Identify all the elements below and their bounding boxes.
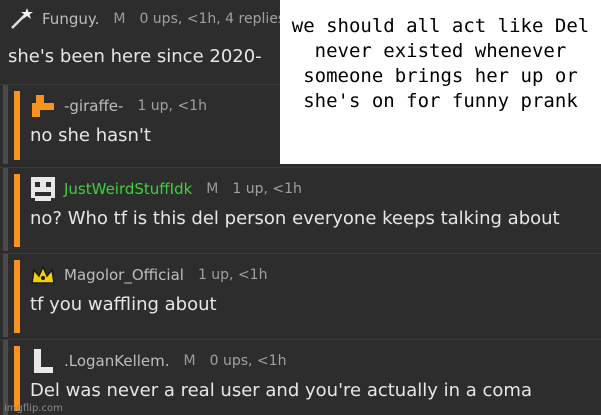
comment-body: no? Who tf is this del person everyone k… <box>30 208 560 229</box>
comment-stats: 1 up, <1h <box>232 181 302 197</box>
comment-body: tf you waffling about <box>30 294 217 315</box>
username[interactable]: .LoganKellem. <box>64 352 170 370</box>
comment-body: she's been here since 2020- <box>8 46 262 67</box>
comment-stats: 1 up, <1h <box>137 98 207 114</box>
comment-meta: Funguy. M 0 ups, <1h, 4 replies <box>8 6 285 32</box>
username[interactable]: Funguy. <box>42 10 99 28</box>
comment-body: no she hasn't <box>30 125 151 146</box>
thread-line[interactable] <box>3 85 8 164</box>
comment-reply: JustWeirdStuffIdk M 1 up, <1h no? Who tf… <box>0 167 601 251</box>
username[interactable]: -giraffe- <box>64 97 123 115</box>
comment-meta: JustWeirdStuffIdk M 1 up, <1h <box>30 176 302 202</box>
username[interactable]: JustWeirdStuffIdk <box>64 180 192 198</box>
comment-stats: 0 ups, <1h, 4 replies <box>139 11 286 27</box>
wand-star-icon[interactable] <box>8 6 34 32</box>
comment-reply: Magolor_Official 1 up, <1h tf you waffli… <box>0 253 601 337</box>
mod-flag: M <box>206 181 219 197</box>
reply-accent-bar <box>14 174 20 247</box>
reply-accent-bar <box>14 346 20 411</box>
comment-meta: -giraffe- 1 up, <1h <box>30 93 207 119</box>
comment-meta: Magolor_Official 1 up, <1h <box>30 262 267 288</box>
mod-flag: M <box>183 353 196 369</box>
thread-line[interactable] <box>3 254 8 337</box>
comment-stats: 1 up, <1h <box>197 267 268 283</box>
letter-l-icon[interactable] <box>30 348 56 374</box>
thread-line[interactable] <box>3 168 8 251</box>
reply-accent-bar <box>14 260 20 333</box>
username[interactable]: Magolor_Official <box>64 266 184 284</box>
pixel-face-icon[interactable] <box>30 176 56 202</box>
comment-stats: 0 ups, <1h <box>209 353 287 369</box>
comment-body: Del was never a real user and you're act… <box>30 380 532 401</box>
orange-blocks-icon[interactable] <box>30 93 56 119</box>
caption-text: we should all act like Del never existed… <box>291 15 590 112</box>
mod-flag: M <box>113 11 126 27</box>
comment-meta: .LoganKellem. M 0 ups, <1h <box>30 348 286 374</box>
watermark: imgflip.com <box>4 403 63 414</box>
comment-reply: .LoganKellem. M 0 ups, <1h Del was never… <box>0 339 601 415</box>
crown-icon[interactable] <box>30 262 56 288</box>
reply-accent-bar <box>14 91 20 160</box>
